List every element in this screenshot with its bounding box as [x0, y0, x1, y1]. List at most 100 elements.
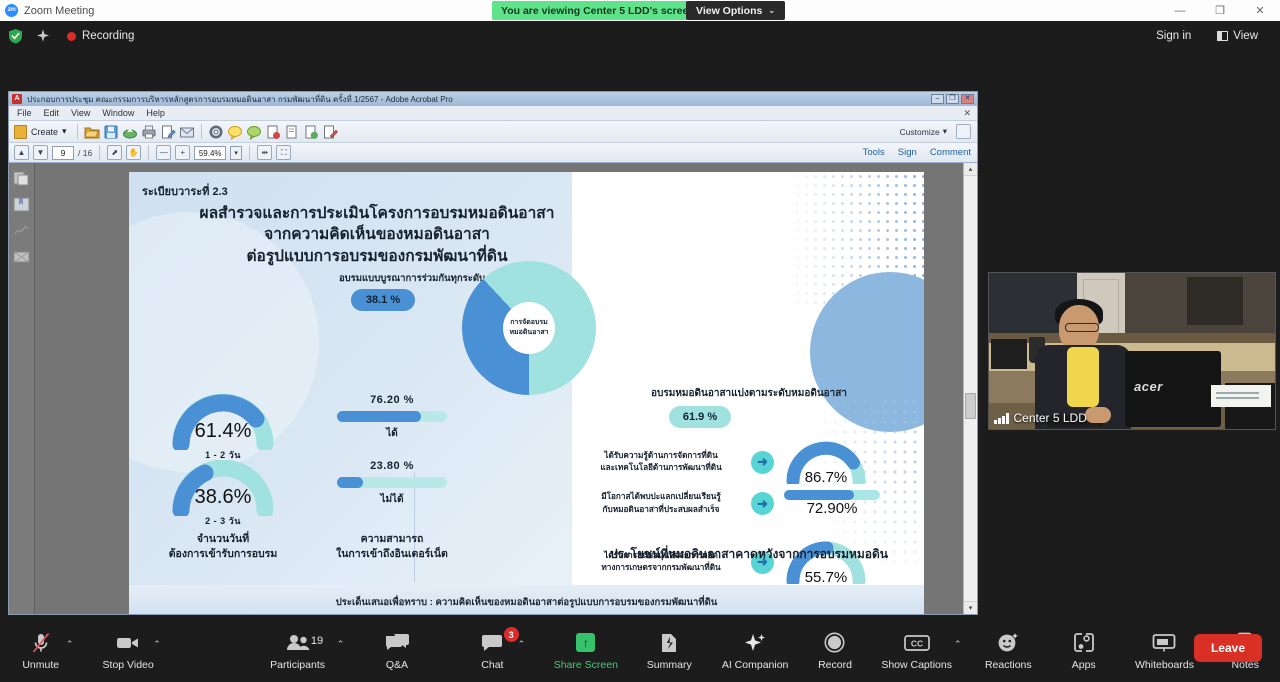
menu-view[interactable]: View [71, 108, 90, 118]
pdf-page-viewport[interactable]: ระเบียบวาระที่ 2.3 ผลสำรวจและการประเมินโ… [35, 163, 977, 614]
menu-edit[interactable]: Edit [44, 108, 60, 118]
create-button[interactable]: Create ▾ [14, 124, 71, 139]
next-page-icon[interactable]: ▼ [33, 145, 48, 160]
menu-help[interactable]: Help [146, 108, 165, 118]
pdf-vertical-scrollbar[interactable]: ▴ ▾ [963, 163, 977, 614]
sign-in-button[interactable]: Sign in [1146, 26, 1201, 46]
expand-toolbar-button[interactable] [956, 124, 971, 139]
toolbar-item-qa[interactable]: Q&A [362, 623, 431, 679]
recording-indicator[interactable]: Recording [67, 30, 134, 42]
zoom-out-button[interactable]: — [156, 145, 172, 160]
menu-window[interactable]: Window [102, 108, 134, 118]
toolbar-item-ai-companion[interactable]: AI Companion [716, 623, 794, 679]
sticky-note-icon[interactable] [227, 124, 243, 140]
print-icon[interactable] [141, 124, 157, 140]
ai-sparkle-icon[interactable] [35, 28, 51, 44]
tools-link[interactable]: Tools [863, 147, 885, 158]
participant-video-tile[interactable]: Center 5 LDD [988, 272, 1276, 430]
toolbar-item-whiteboards[interactable]: Whiteboards [1124, 623, 1204, 679]
open-file-icon[interactable] [83, 124, 100, 140]
upload-cloud-icon[interactable] [122, 124, 138, 140]
edit-pdf-icon[interactable] [160, 124, 176, 140]
record-circle-icon [824, 632, 845, 654]
fit-width-icon[interactable]: ⇹ [257, 145, 273, 160]
donut-center-line-1: การจัดอบรม [510, 318, 548, 326]
signatures-panel-icon[interactable] [13, 223, 30, 238]
toolbar-item-chat[interactable]: 3 Chat ⌃ [458, 623, 527, 679]
scroll-down-arrow-icon[interactable]: ▾ [964, 601, 977, 614]
view-options-button[interactable]: View Options ⌄ [686, 1, 786, 20]
status-bar-right: Sign in View [1146, 26, 1268, 46]
email-icon[interactable] [179, 124, 195, 140]
menu-file[interactable]: File [17, 108, 32, 118]
zoom-title-bar: zm Zoom Meeting You are viewing Center 5… [0, 0, 1280, 21]
page-thumbnail-icon[interactable] [284, 124, 300, 140]
create-caret-icon: ▾ [62, 126, 67, 136]
captions-caret-icon[interactable]: ⌃ [954, 639, 962, 650]
zoom-level-dropdown-icon[interactable]: ▾ [230, 145, 243, 160]
leave-meeting-button[interactable]: Leave [1193, 634, 1262, 662]
toolbar-item-show-captions[interactable]: CC Show Captions ⌃ [876, 623, 962, 679]
view-layout-button[interactable]: View [1207, 26, 1268, 46]
toolbar-separator-2 [200, 124, 202, 139]
highlight-comment-icon[interactable] [246, 124, 262, 140]
acrobat-document-area: ระเบียบวาระที่ 2.3 ผลสำรวจและการประเมินโ… [9, 163, 977, 614]
select-tool-icon[interactable]: ⬈ [107, 145, 123, 160]
internet-group-caption-line-2: ในการเข้าถึงอินเตอร์เน็ต [336, 548, 448, 561]
toolbar-item-stop-video[interactable]: Stop Video ⌃ [93, 623, 162, 679]
toolbar-item-unmute[interactable]: Unmute ⌃ [6, 623, 75, 679]
audio-options-caret-icon[interactable]: ⌃ [66, 639, 74, 650]
layout-icon [1217, 31, 1229, 41]
closed-captions-icon: CC [903, 632, 930, 654]
participant-name-text: Center 5 LDD [1013, 411, 1087, 425]
create-label: Create [31, 126, 59, 137]
minimize-button[interactable]: — [1160, 0, 1200, 21]
page-thumbnails-panel-icon[interactable] [13, 171, 30, 186]
participants-caret-icon[interactable]: ⌃ [337, 639, 345, 650]
benefit-row-2-bar-fill [784, 490, 855, 500]
scroll-up-arrow-icon[interactable]: ▴ [964, 163, 977, 176]
zoom-window-title: Zoom Meeting [24, 4, 95, 17]
sign-link[interactable]: Sign [898, 147, 917, 158]
toolbar-item-record[interactable]: Record [800, 623, 869, 679]
video-person-hand [1085, 407, 1111, 423]
document-close-icon[interactable]: ✕ [963, 108, 971, 119]
acrobat-close-button[interactable]: ✕ [961, 94, 974, 104]
zoom-level-input[interactable]: 59.4% [194, 145, 227, 160]
sparkle-icon [744, 632, 766, 654]
comment-link[interactable]: Comment [930, 147, 971, 158]
maximize-button[interactable]: ❐ [1200, 0, 1240, 21]
close-button[interactable]: ✕ [1240, 0, 1280, 21]
benefit-row-2-line-2: กับหมอดินอาสาที่ประสบผลสำเร็จ [602, 504, 720, 514]
toolbar-item-summary[interactable]: Summary [635, 623, 704, 679]
summary-document-icon [660, 632, 678, 654]
redact-icon[interactable] [265, 124, 281, 140]
page-number-input[interactable]: 9 [52, 145, 74, 160]
toolbar-item-participants[interactable]: 19 Participants ⌃ [263, 623, 344, 679]
settings-gear-icon[interactable] [208, 124, 224, 140]
acrobat-restore-button[interactable]: ❐ [946, 94, 959, 104]
save-icon[interactable] [103, 124, 119, 140]
benefit-row-2-value: 72.90% [806, 500, 858, 517]
benefit-row-1-value: 86.7% [804, 469, 848, 486]
toolbar-item-apps[interactable]: Apps [1049, 623, 1118, 679]
acrobat-minimize-button[interactable]: – [931, 94, 944, 104]
previous-page-icon[interactable]: ▲ [14, 145, 29, 160]
toolbar-item-reactions[interactable]: Reactions [974, 623, 1043, 679]
fill-and-sign-icon[interactable] [322, 124, 338, 140]
chat-caret-icon[interactable]: ⌃ [518, 639, 526, 650]
export-icon[interactable] [303, 124, 319, 140]
fit-page-icon[interactable]: ⛶ [276, 145, 292, 160]
zoom-in-button[interactable]: + [175, 145, 191, 160]
scrollbar-thumb[interactable] [965, 393, 976, 419]
video-options-caret-icon[interactable]: ⌃ [153, 639, 161, 650]
attachments-panel-icon[interactable] [13, 249, 30, 264]
customize-toolbar-button[interactable]: Customize ▾ [900, 126, 947, 137]
internet-group-caption-line-1: ความสามารถ [360, 533, 424, 545]
hand-tool-icon[interactable]: ✋ [126, 145, 142, 160]
encryption-shield-icon[interactable] [8, 28, 23, 44]
days-gauge-2-caption: 2 - 3 วัน [205, 516, 241, 526]
toolbar-item-share-screen[interactable]: ↑ Share Screen [551, 623, 620, 679]
bookmarks-panel-icon[interactable] [13, 197, 30, 212]
benefit-row-3-value: 55.7% [804, 569, 848, 586]
